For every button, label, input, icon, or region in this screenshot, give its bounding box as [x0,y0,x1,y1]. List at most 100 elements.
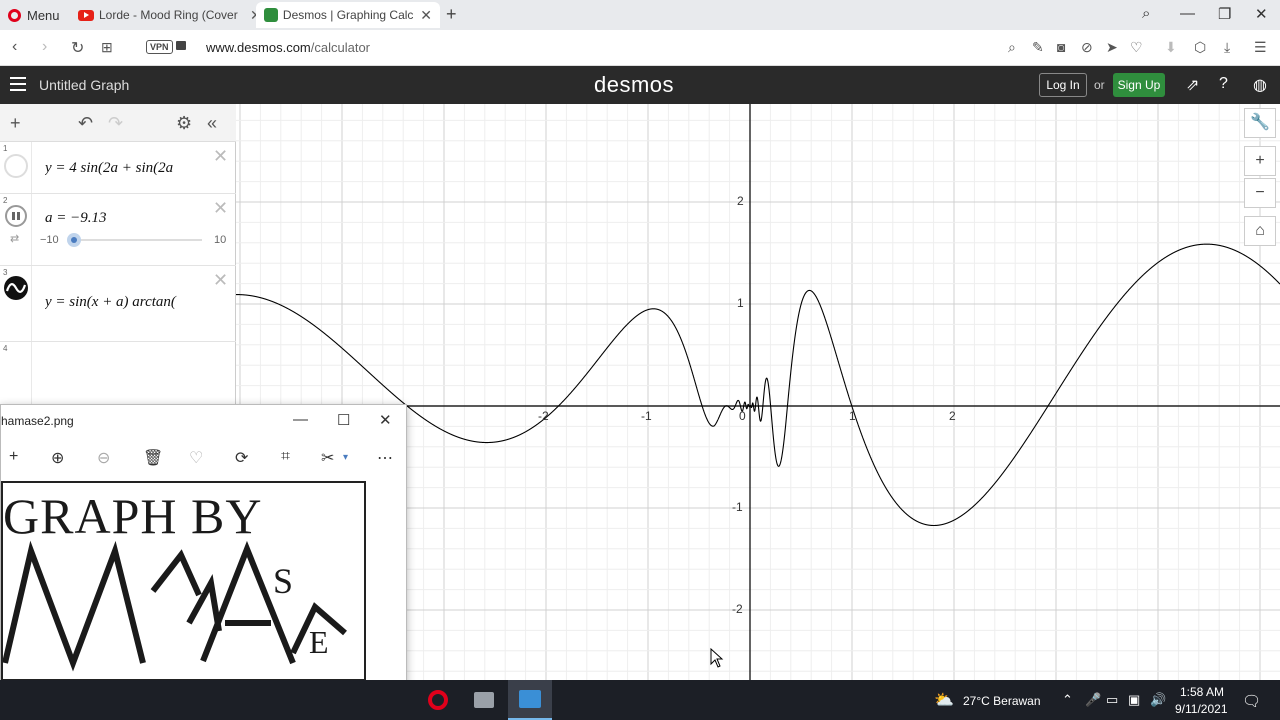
edit-icon[interactable]: ✎ [1032,39,1044,56]
crop-icon[interactable]: ⌗ [281,448,290,466]
expression-row-1[interactable]: 1 y = 4 sin(2a + sin(2a ✕ [0,142,236,194]
svg-text:S: S [273,561,293,601]
close-window-icon[interactable]: ✕ [1255,5,1268,23]
expression-number: 4 [3,344,8,353]
zoom-in-button[interactable]: + [1244,146,1276,176]
edit-draw-icon[interactable]: ✂ [321,448,334,468]
expression-row-4[interactable]: 4 [0,342,236,404]
volume-icon[interactable]: 🔊 [1150,692,1166,708]
tab-title: Lorde - Mood Ring (Cover [99,8,238,22]
network-icon[interactable]: ▣ [1128,692,1140,708]
zoom-out-button[interactable]: − [1244,178,1276,208]
weather-cloud-sun-icon[interactable]: ⛅ [934,690,954,710]
y-tick-label: -1 [732,500,743,514]
pause-animation-icon[interactable] [5,205,27,227]
expression-math[interactable]: a = −9.13 [45,210,205,227]
windows-taskbar: ⛅ 27°C Berawan ⌃ 🎤 ▭ ▣ 🔊 1:58 AM 9/11/20… [0,680,1280,720]
slider-thumb[interactable] [66,233,81,247]
more-options-icon[interactable]: ⋯ [377,448,393,468]
send-icon[interactable]: ➤ [1106,39,1118,56]
graph-settings-wrench-icon[interactable]: 🔧 [1244,108,1276,138]
color-toggle-icon[interactable] [4,154,28,178]
heart-icon[interactable]: ♡ [1130,39,1143,56]
delete-expression-icon[interactable]: ✕ [213,198,228,219]
forward-icon[interactable]: › [42,38,47,56]
redo-icon[interactable]: ↷ [108,113,123,134]
search-icon[interactable]: ⌕ [1008,39,1016,56]
expression-math[interactable]: y = 4 sin(2a + sin(2a [45,160,205,177]
tab-close-icon[interactable]: ✕ [420,7,432,24]
viewer-title-bar[interactable]: hamase2.png — ☐ ✕ [1,405,406,437]
new-tab-button[interactable]: + [446,4,457,25]
graph-title[interactable]: Untitled Graph [39,77,129,93]
camera-icon[interactable]: ◙ [1057,39,1065,55]
wave-color-icon[interactable] [4,276,28,300]
settings-gear-icon[interactable]: ⚙ [176,113,192,134]
or-label: or [1094,78,1105,92]
share-icon[interactable]: ⇗ [1186,75,1199,95]
microphone-icon[interactable]: 🎤 [1085,692,1101,708]
restore-icon[interactable]: ❐ [1218,5,1231,23]
search-tabs-icon[interactable]: ⌕ [1142,5,1150,22]
tab-youtube[interactable]: Lorde - Mood Ring (Cover ✕ [70,2,270,28]
taskbar-photos-icon[interactable] [508,680,552,720]
log-in-button[interactable]: Log In [1039,73,1087,97]
maximize-icon[interactable]: ☐ [337,411,350,429]
expression-row-2[interactable]: 2 ⇄ a = −9.13 ✕ −10 10 [0,194,236,266]
delete-icon[interactable]: 🗑 [143,448,163,468]
taskbar-opera-icon[interactable] [416,680,460,720]
opera-menu-button[interactable]: Menu [8,6,60,24]
slider-min[interactable]: −10 [40,234,59,246]
y-tick-label: -2 [732,602,743,616]
weather-text[interactable]: 27°C Berawan [963,694,1041,708]
expression-row-3[interactable]: 3 y = sin(x + a) arctan( ✕ [0,266,236,342]
notifications-icon[interactable]: 🗨 [1242,692,1261,710]
add-icon[interactable]: + [9,448,18,466]
hamburger-menu-icon[interactable] [10,77,26,95]
add-item-button[interactable]: + [10,113,21,134]
svg-text:E: E [309,624,329,660]
collapse-panel-icon[interactable]: « [207,113,217,134]
language-globe-icon[interactable]: ◍ [1253,75,1267,95]
undo-icon[interactable]: ↶ [78,113,93,134]
url-field[interactable]: www.desmos.com/calculator [206,40,370,55]
reload-icon[interactable]: ↻ [71,38,84,58]
help-icon[interactable]: ? [1219,75,1228,93]
expression-math[interactable]: y = sin(x + a) arctan( [45,294,205,311]
bookmark-icon[interactable]: ⬇ [1165,39,1177,56]
clock-time[interactable]: 1:58 AM [1180,685,1224,699]
rotate-icon[interactable]: ⟳ [235,448,248,468]
minimize-icon[interactable]: — [1180,5,1195,22]
slider-track[interactable] [68,239,202,241]
delete-expression-icon[interactable]: ✕ [213,270,228,291]
battery-icon[interactable]: ▭ [1106,692,1118,708]
desmos-favicon-icon [264,8,278,22]
delete-expression-icon[interactable]: ✕ [213,146,228,167]
close-icon[interactable]: ✕ [379,411,392,429]
zoom-out-icon[interactable]: ⊖ [97,448,110,468]
x-tick-label: 0 [739,409,746,423]
chevron-down-icon[interactable]: ▾ [343,452,348,463]
desmos-logo: desmos [594,72,675,97]
download-icon[interactable]: ⤓ [1224,39,1230,56]
zoom-in-icon[interactable]: ⊕ [51,448,64,468]
taskbar-video-editor-icon[interactable] [462,680,506,720]
adblock-icon[interactable]: ⊘ [1081,39,1093,56]
chevron-up-icon[interactable]: ⌃ [1062,692,1073,708]
menu-label: Menu [27,7,60,23]
back-icon[interactable]: ‹ [12,38,17,56]
extensions-cube-icon[interactable]: ⬡ [1194,39,1206,56]
minimize-icon[interactable]: — [293,411,308,428]
tab-desmos[interactable]: Desmos | Graphing Calcula ✕ [256,2,440,28]
address-bar: ‹ › ↻ ⊞ VPN www.desmos.com/calculator ⌕ … [0,30,1280,66]
tabs-grid-icon[interactable]: ⊞ [101,39,113,56]
favorite-heart-icon[interactable]: ♡ [189,448,203,468]
slider-max[interactable]: 10 [214,234,226,246]
loop-icon[interactable]: ⇄ [10,232,19,245]
clock-date[interactable]: 9/11/2021 [1175,702,1228,716]
home-icon[interactable]: ⌂ [1244,216,1276,246]
easy-setup-icon[interactable]: ☰ [1254,39,1267,56]
vpn-badge[interactable]: VPN [146,40,173,54]
sign-up-button[interactable]: Sign Up [1113,73,1165,97]
youtube-icon [78,9,94,21]
